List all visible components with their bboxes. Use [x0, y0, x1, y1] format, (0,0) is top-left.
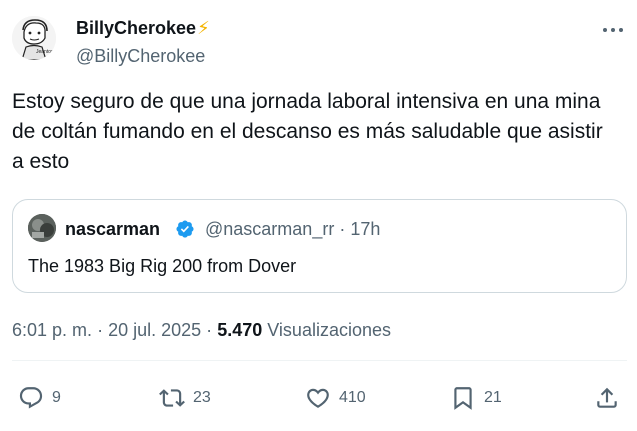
author-avatar[interactable]: Jeantoniu [12, 16, 56, 60]
verified-badge-icon [176, 220, 194, 238]
lightning-emoji: ⚡ [197, 18, 210, 38]
tweet: Jeantoniu BillyCherokee⚡ @BillyCherokee … [0, 0, 637, 431]
quoted-author-avatar[interactable] [28, 214, 56, 242]
like-count: 410 [339, 389, 366, 406]
views-label[interactable]: Visualizaciones [267, 320, 391, 340]
author-name[interactable]: BillyCherokee⚡ [76, 16, 210, 40]
quoted-text: The 1983 Big Rig 200 from Dover [28, 256, 297, 276]
meta-separator: · [97, 320, 104, 340]
tweet-text: Estoy seguro de que una jornada laboral … [12, 90, 603, 173]
like-icon [307, 388, 329, 408]
tweet-date[interactable]: 20 jul. 2025 [108, 320, 201, 340]
like-button[interactable]: 410 [305, 380, 366, 416]
more-icon-dot [619, 28, 623, 32]
quoted-tweet[interactable]: nascarman @nascarman_rr · 17h The 1983 B… [12, 199, 627, 293]
tweet-time[interactable]: 6:01 p. m. [12, 320, 92, 340]
divider [12, 360, 627, 361]
share-icon [597, 387, 617, 408]
reply-button[interactable]: 9 [18, 380, 61, 416]
reply-icon [19, 387, 43, 409]
meta-separator: · [206, 320, 213, 340]
bookmark-icon [454, 387, 472, 410]
views-count[interactable]: 5.470 [217, 320, 262, 340]
repost-button[interactable]: 23 [159, 380, 211, 416]
author-name-text[interactable]: BillyCherokee [76, 18, 196, 38]
reply-count: 9 [52, 389, 61, 406]
more-options-button[interactable] [603, 20, 623, 40]
bookmark-button[interactable]: 21 [450, 380, 502, 416]
more-icon-dot [611, 28, 615, 32]
share-button[interactable] [594, 380, 620, 416]
quoted-separator: · [339, 219, 346, 239]
quoted-handle[interactable]: @nascarman_rr [205, 219, 334, 239]
repost-icon [159, 389, 185, 407]
quoted-meta: @nascarman_rr · 17h [205, 218, 380, 240]
action-bar: 9 23 410 21 [0, 380, 637, 416]
svg-text:Jeantoniu: Jeantoniu [36, 49, 56, 55]
repost-count: 23 [193, 389, 211, 406]
bookmark-count: 21 [484, 389, 502, 406]
tweet-meta: 6:01 p. m. · 20 jul. 2025 · 5.470 Visual… [12, 318, 391, 342]
quoted-time[interactable]: 17h [350, 219, 380, 239]
quoted-author-name[interactable]: nascarman [65, 218, 160, 240]
author-handle[interactable]: @BillyCherokee [76, 44, 205, 68]
more-icon [603, 28, 607, 32]
